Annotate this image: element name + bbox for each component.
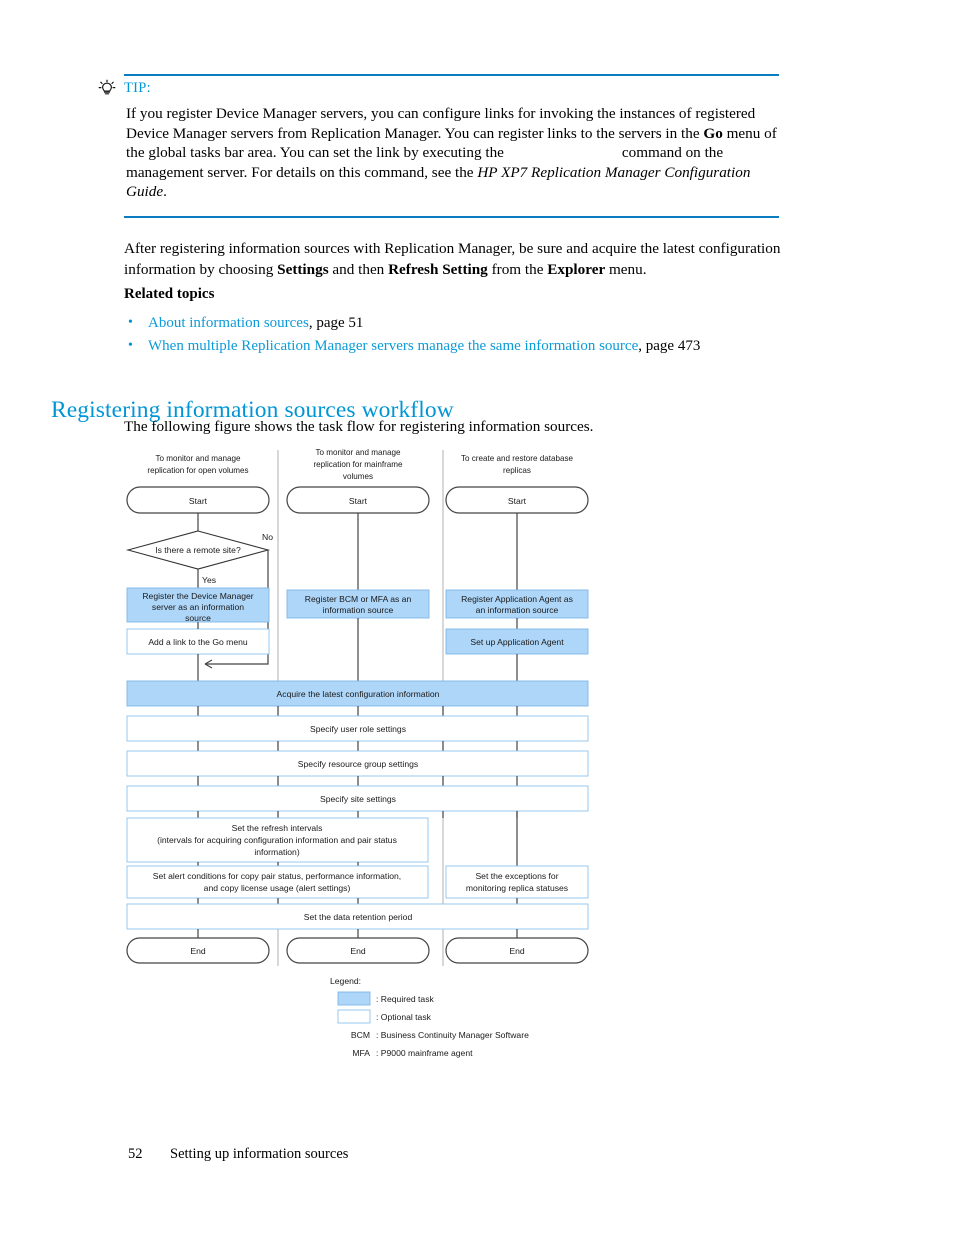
end-label-col1: End	[190, 946, 206, 956]
box-specify-user-role-settings	[126, 715, 589, 742]
tip-admonition: TIP: If you register Device Manager serv…	[98, 74, 779, 218]
after-registering-paragraph: After registering information sources wi…	[124, 238, 782, 280]
after-bold-refresh-setting: Refresh Setting	[388, 261, 488, 278]
box-set-alert-conditions-line2: and copy license usage (alert settings)	[204, 883, 351, 893]
legend-title: Legend:	[330, 976, 361, 986]
box-set-refresh-intervals-line3: information)	[254, 847, 300, 857]
bullet-icon: •	[128, 337, 133, 353]
box-register-application-agent-line1: Register Application Agent as	[461, 594, 573, 604]
box-specify-site-settings	[126, 785, 589, 812]
box-acquire-latest-configuration-label: Acquire the latest configuration informa…	[277, 689, 440, 699]
box-set-exceptions-monitoring	[445, 865, 589, 899]
legend-mfa-value: : P9000 mainframe agent	[376, 1048, 473, 1058]
end-terminator-col1	[126, 937, 270, 964]
end-terminator-col3	[445, 937, 589, 964]
legend-mfa-key: MFA	[352, 1048, 370, 1058]
figure-intro-paragraph: The following figure shows the task flow…	[124, 418, 594, 435]
box-register-bcm-mfa	[286, 589, 430, 619]
decision-no-label: No	[262, 532, 273, 542]
connector-decision-no	[205, 550, 269, 665]
related-topics-list: • About information sources, page 51 • W…	[124, 312, 804, 357]
box-set-refresh-intervals-line1: Set the refresh intervals	[232, 823, 323, 833]
box-add-link-go-menu	[126, 628, 270, 655]
after-part2: and then	[328, 261, 389, 278]
bullet-icon: •	[128, 315, 133, 330]
box-set-alert-conditions	[126, 865, 429, 899]
legend-required-label: : Required task	[376, 994, 435, 1004]
after-part4: menu.	[605, 261, 647, 278]
decision-remote-site	[125, 530, 271, 570]
box-set-alert-conditions-line1: Set alert conditions for copy pair statu…	[153, 871, 401, 881]
column-2-title-line1: To monitor and manage	[315, 448, 401, 457]
column-3-title-line2: replicas	[503, 466, 531, 475]
box-register-application-agent-line2: an information source	[476, 605, 559, 615]
decision-label: Is there a remote site?	[155, 545, 241, 555]
legend-bcm-key: BCM	[351, 1030, 370, 1040]
legend-bcm-value: : Business Continuity Manager Software	[376, 1030, 529, 1040]
box-specify-resource-group-settings	[126, 750, 589, 777]
box-set-exceptions-monitoring-line2: monitoring replica statuses	[466, 883, 568, 893]
box-set-refresh-intervals-line2: (intervals for acquiring configuration i…	[157, 835, 397, 845]
legend-required-swatch	[337, 991, 371, 1006]
box-register-device-manager-line1: Register the Device Manager	[142, 591, 253, 601]
end-label-col3: End	[509, 946, 525, 956]
box-register-device-manager-line2: server as an information	[152, 602, 244, 612]
list-item: • About information sources, page 51	[124, 312, 804, 335]
related-page-1: , page 473	[638, 337, 701, 354]
box-register-application-agent	[445, 589, 589, 619]
box-add-link-go-menu-label: Add a link to the Go menu	[148, 637, 248, 647]
box-register-device-manager	[126, 587, 270, 623]
legend-optional-label: : Optional task	[376, 1012, 432, 1022]
start-label-col1: Start	[189, 496, 208, 506]
column-1-title-line2: replication for open volumes	[147, 466, 248, 475]
column-3-title-line1: To create and restore database	[461, 454, 574, 463]
tip-label: TIP:	[124, 80, 151, 96]
related-topics-heading: Related topics	[124, 286, 215, 302]
footer-page-number: 52	[128, 1146, 143, 1162]
start-terminator-col1	[126, 486, 270, 514]
start-terminator-col3	[445, 486, 589, 514]
decision-yes-label: Yes	[202, 575, 216, 585]
column-2-title-line3: volumes	[343, 472, 373, 481]
footer-section-title: Setting up information sources	[170, 1146, 349, 1162]
tip-body-part1: If you register Device Manager servers, …	[126, 105, 756, 142]
box-setup-application-agent-label: Set up Application Agent	[470, 637, 564, 647]
end-terminator-col2	[286, 937, 430, 964]
related-link-multiple-servers[interactable]: When multiple Replication Manager server…	[148, 338, 638, 354]
legend-optional-swatch	[337, 1009, 371, 1024]
tip-bold-go: Go	[703, 124, 723, 142]
end-label-col2: End	[350, 946, 366, 956]
after-part3: from the	[487, 261, 548, 278]
column-1-title-line1: To monitor and manage	[155, 454, 241, 463]
start-terminator-col2	[286, 486, 430, 514]
tip-bottom-rule	[124, 215, 779, 218]
arrowhead-no-branch	[204, 659, 213, 669]
related-page-0: , page 51	[308, 315, 364, 331]
box-setup-application-agent	[445, 628, 589, 655]
box-specify-user-role-settings-label: Specify user role settings	[310, 724, 406, 734]
after-bold-explorer: Explorer	[547, 261, 606, 278]
tip-body: If you register Device Manager servers, …	[124, 99, 779, 216]
box-register-device-manager-line3: source	[185, 613, 211, 623]
box-acquire-latest-configuration	[126, 680, 589, 707]
start-label-col2: Start	[349, 496, 368, 506]
box-specify-resource-group-settings-label: Specify resource group settings	[298, 759, 418, 769]
box-set-exceptions-monitoring-line1: Set the exceptions for	[475, 871, 558, 881]
start-label-col3: Start	[508, 496, 527, 506]
lightbulb-icon	[96, 78, 118, 100]
box-set-refresh-intervals	[126, 817, 429, 863]
after-bold-settings: Settings	[277, 261, 329, 278]
box-set-data-retention-period	[126, 903, 589, 930]
box-register-bcm-mfa-line2: information source	[323, 605, 394, 615]
box-specify-site-settings-label: Specify site settings	[320, 794, 396, 804]
box-set-data-retention-period-label: Set the data retention period	[304, 912, 413, 922]
tip-body-part4: .	[163, 183, 167, 200]
column-2-title-line2: replication for mainframe	[313, 460, 403, 469]
box-register-bcm-mfa-line1: Register BCM or MFA as an	[305, 594, 412, 604]
list-item: • When multiple Replication Manager serv…	[124, 335, 804, 358]
related-link-about-information-sources[interactable]: About information sources	[148, 315, 309, 331]
